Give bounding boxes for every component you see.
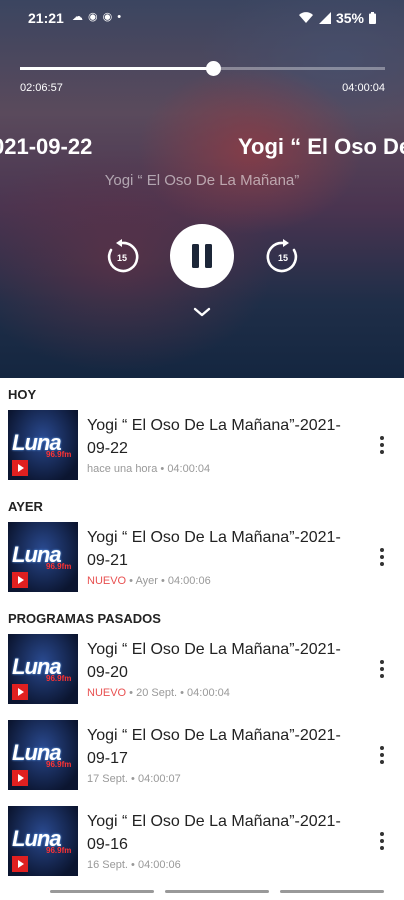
- episode-date: hace una hora: [87, 463, 158, 475]
- system-navigation-bar: [0, 885, 404, 900]
- nav-recents-handle[interactable]: [50, 890, 154, 893]
- elapsed-time: 02:06:57: [20, 82, 63, 94]
- more-options-icon[interactable]: [378, 746, 386, 764]
- episode-date: 16 Sept.: [87, 859, 128, 871]
- luna-logo-sub: 96.9fm: [46, 846, 72, 855]
- skip-back-label: 15: [117, 253, 127, 263]
- new-badge: NUEVO: [87, 687, 127, 699]
- new-badge: NUEVO: [87, 575, 127, 587]
- episode-duration: 04:00:06: [137, 859, 181, 871]
- more-options-icon[interactable]: [378, 832, 386, 850]
- section-header-past: PROGRAMAS PASADOS: [8, 611, 161, 626]
- battery-percent: 35%: [335, 10, 364, 26]
- notification-icons: ☁ ◉ ◉ •: [72, 11, 121, 23]
- marquee-text-left: 021-09-22: [0, 134, 93, 159]
- episode-title: Yogi “ El Oso De La Mañana”-2021-09-16: [87, 813, 341, 853]
- more-options-icon[interactable]: [378, 660, 386, 678]
- episode-meta: NUEVO • Ayer • 04:00:06: [87, 575, 211, 587]
- nav-back-handle[interactable]: [280, 890, 384, 893]
- marquee-text-right: Yogi “ El Oso De: [238, 134, 404, 159]
- episode-thumbnail: Luna 96.9fm: [8, 634, 78, 704]
- episode-date: Ayer: [135, 575, 158, 587]
- wifi-icon: [298, 12, 313, 23]
- skip-forward-label: 15: [278, 253, 288, 263]
- luna-logo-sub: 96.9fm: [46, 450, 72, 459]
- episode-title: Yogi “ El Oso De La Mañana”-2021-09-21: [87, 529, 341, 569]
- battery-icon: [369, 12, 376, 24]
- seek-progress: [20, 67, 214, 70]
- luna-logo-sub: 96.9fm: [46, 760, 72, 769]
- episode-title-marquee: 021-09-22 Yogi “ El Oso De: [0, 132, 404, 164]
- list-item[interactable]: Luna 96.9fm Yogi “ El Oso De La Mañana”-…: [0, 806, 404, 882]
- pause-icon: [192, 244, 212, 268]
- play-badge-icon: [12, 684, 28, 700]
- episode-thumbnail: Luna 96.9fm: [8, 522, 78, 592]
- play-badge-icon: [12, 572, 28, 588]
- seek-thumb[interactable]: [206, 61, 222, 76]
- episode-title: Yogi “ El Oso De La Mañana”-2021-09-20: [87, 641, 341, 681]
- cloud-icon: ☁: [72, 11, 83, 23]
- episode-title: Yogi “ El Oso De La Mañana”-2021-09-22: [87, 417, 341, 457]
- skip-forward-button[interactable]: 15: [264, 238, 302, 276]
- section-header-yesterday: AYER: [8, 499, 43, 514]
- play-badge-icon: [12, 856, 28, 872]
- forward-15-icon: 15: [266, 239, 298, 273]
- episode-duration: 04:00:04: [187, 687, 230, 699]
- luna-logo-sub: 96.9fm: [46, 562, 72, 571]
- episode-thumbnail: Luna 96.9fm: [8, 806, 78, 876]
- app-icon: ◉: [102, 11, 113, 23]
- more-options-icon[interactable]: [378, 436, 386, 454]
- episode-meta: NUEVO • 20 Sept. • 04:00:04: [87, 687, 230, 699]
- episode-duration: 04:00:06: [167, 575, 211, 587]
- signal-icon: [318, 12, 331, 24]
- episode-date: 20 Sept.: [136, 687, 178, 699]
- show-subtitle: Yogi “ El Oso De La Mañana”: [104, 172, 300, 189]
- seek-bar[interactable]: [20, 61, 385, 76]
- list-item[interactable]: Luna 96.9fm Yogi “ El Oso De La Mañana”-…: [0, 634, 404, 710]
- episode-meta: 17 Sept. • 04:00:07: [87, 773, 181, 785]
- play-badge-icon: [12, 460, 28, 476]
- episode-date: 17 Sept.: [87, 773, 128, 785]
- episode-meta: 16 Sept. • 04:00:06: [87, 859, 181, 871]
- dot-icon: •: [117, 11, 122, 23]
- now-playing-panel: 21:21 ☁ ◉ ◉ • 35% 02:06:57 04:00:04 021-: [0, 0, 404, 378]
- status-bar: 21:21 ☁ ◉ ◉ • 35%: [0, 0, 404, 34]
- collapse-player-button[interactable]: [192, 305, 212, 319]
- pause-button[interactable]: [170, 224, 234, 288]
- section-header-today: HOY: [8, 387, 37, 402]
- episode-duration: 04:00:04: [167, 463, 211, 475]
- episode-thumbnail: Luna 96.9fm: [8, 410, 78, 480]
- episode-duration: 04:00:07: [137, 773, 181, 785]
- play-badge-icon: [12, 770, 28, 786]
- episode-list: HOY Luna 96.9fm Yogi “ El Oso De La Maña…: [0, 378, 404, 890]
- list-item[interactable]: Luna 96.9fm Yogi “ El Oso De La Mañana”-…: [0, 522, 404, 598]
- status-time: 21:21: [28, 10, 64, 26]
- episode-title: Yogi “ El Oso De La Mañana”-2021-09-17: [87, 727, 341, 767]
- app-icon: ◉: [88, 11, 98, 23]
- system-icons: 35%: [298, 10, 376, 26]
- list-item[interactable]: Luna 96.9fm Yogi “ El Oso De La Mañana”-…: [0, 720, 404, 796]
- rewind-15-icon: 15: [107, 239, 139, 273]
- skip-back-button[interactable]: 15: [103, 238, 141, 276]
- list-item[interactable]: Luna 96.9fm Yogi “ El Oso De La Mañana”-…: [0, 410, 404, 486]
- episode-meta: hace una hora • 04:00:04: [87, 463, 211, 475]
- total-time: 04:00:04: [342, 82, 385, 94]
- chevron-down-icon: [193, 307, 211, 317]
- episode-thumbnail: Luna 96.9fm: [8, 720, 78, 790]
- luna-logo-sub: 96.9fm: [46, 674, 72, 683]
- more-options-icon[interactable]: [378, 548, 386, 566]
- nav-home-handle[interactable]: [165, 890, 269, 893]
